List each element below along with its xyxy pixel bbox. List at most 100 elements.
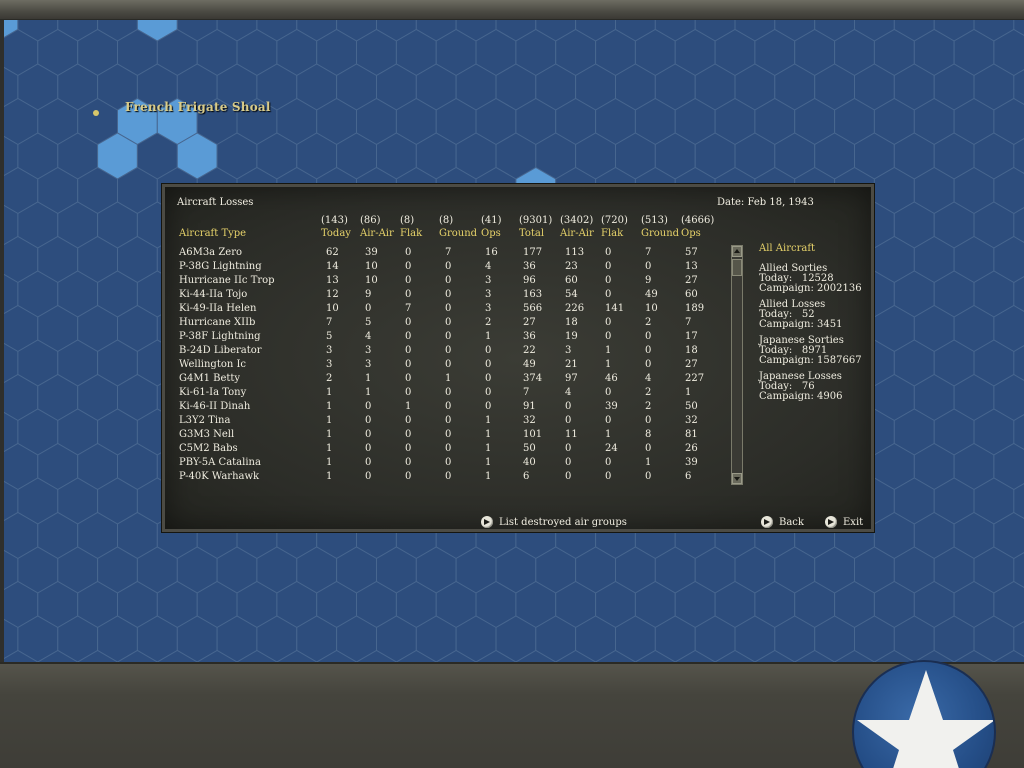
exit-button[interactable]: Exit: [825, 515, 863, 529]
cell-airair: 0: [365, 457, 372, 468]
cell-total: 96: [523, 275, 536, 286]
cell-total: 6: [523, 471, 530, 482]
table-row[interactable]: C5M2 Babs 1 0 0 0 1 50 0 24 0 26: [165, 443, 745, 457]
column-total-today: (143): [321, 215, 348, 226]
scroll-thumb[interactable]: [732, 259, 742, 276]
cell-c_flak: 0: [605, 275, 612, 286]
table-row[interactable]: G3M3 Nell 1 0 0 0 1 101 11 1 8 81: [165, 429, 745, 443]
cell-c_airair: 18: [565, 317, 578, 328]
cell-c_airair: 0: [565, 415, 572, 426]
allied-sorties-block: Allied Sorties Today: 12528 Campaign: 20…: [759, 264, 874, 294]
column-header-today[interactable]: Today: [321, 228, 351, 239]
cell-c_ops: 7: [685, 317, 692, 328]
table-scrollbar[interactable]: [731, 245, 743, 485]
all-aircraft-heading[interactable]: All Aircraft: [759, 243, 874, 254]
cell-today: 7: [326, 317, 333, 328]
cell-c_ground: 0: [645, 359, 652, 370]
cell-c_airair: 0: [565, 401, 572, 412]
allied-sorties-campaign: Campaign: 2002136: [759, 283, 862, 294]
cell-ground: 0: [445, 303, 452, 314]
aircraft-name: P-40K Warhawk: [179, 471, 260, 482]
table-row[interactable]: B-24D Liberator 3 3 0 0 0 22 3 1 0 18: [165, 345, 745, 359]
back-label: Back: [779, 516, 804, 528]
cell-today: 2: [326, 373, 333, 384]
cell-ops: 1: [485, 429, 492, 440]
cell-today: 62: [326, 247, 339, 258]
cell-ops: 3: [485, 275, 492, 286]
column-header-c_airair[interactable]: Air-Air: [560, 228, 594, 239]
cell-c_flak: 1: [605, 345, 612, 356]
arrow-right-icon: [825, 516, 837, 528]
cell-airair: 3: [365, 345, 372, 356]
cell-ground: 1: [445, 373, 452, 384]
table-row[interactable]: Ki-49-IIa Helen 10 0 7 0 3 566 226 141 10 189: [165, 303, 745, 317]
cell-flak: 0: [405, 247, 412, 258]
cell-today: 1: [326, 429, 333, 440]
table-row[interactable]: Wellington Ic 3 3 0 0 0 49 21 1 0 27: [165, 359, 745, 373]
cell-ground: 0: [445, 443, 452, 454]
arrow-right-icon: [761, 516, 773, 528]
table-row[interactable]: L3Y2 Tina 1 0 0 0 1 32 0 0 0 32: [165, 415, 745, 429]
table-row[interactable]: A6M3a Zero 62 39 0 7 16 177 113 0 7 57: [165, 247, 745, 261]
table-row[interactable]: P-38F Lightning 5 4 0 0 1 36 19 0 0 17: [165, 331, 745, 345]
table-row[interactable]: Hurricane XIIb 7 5 0 0 2 27 18 0 2 7: [165, 317, 745, 331]
cell-total: 101: [523, 429, 543, 440]
base-marker-icon[interactable]: [93, 110, 99, 116]
cell-flak: 0: [405, 443, 412, 454]
cell-c_ops: 17: [685, 331, 698, 342]
cell-c_ops: 227: [685, 373, 705, 384]
table-row[interactable]: G4M1 Betty 2 1 0 1 0 374 97 46 4 227: [165, 373, 745, 387]
cell-ground: 0: [445, 289, 452, 300]
dialog-date: Date: Feb 18, 1943: [717, 197, 814, 208]
column-header-name[interactable]: Aircraft Type: [179, 228, 246, 239]
list-destroyed-air-groups-button[interactable]: List destroyed air groups: [481, 515, 627, 529]
aircraft-name: C5M2 Babs: [179, 443, 238, 454]
column-header-c_flak[interactable]: Flak: [601, 228, 623, 239]
cell-c_flak: 141: [605, 303, 625, 314]
cell-airair: 0: [365, 415, 372, 426]
table-row[interactable]: Ki-61-Ia Tony 1 1 0 0 0 7 4 0 2 1: [165, 387, 745, 401]
scroll-up-button[interactable]: [732, 246, 742, 257]
cell-ground: 0: [445, 429, 452, 440]
cell-c_ground: 0: [645, 331, 652, 342]
cell-ground: 0: [445, 359, 452, 370]
column-header-ops[interactable]: Ops: [481, 228, 501, 239]
table-row[interactable]: P-38G Lightning 14 10 0 0 4 36 23 0 0 13: [165, 261, 745, 275]
aircraft-name: P-38G Lightning: [179, 261, 262, 272]
table-row[interactable]: Ki-44-IIa Tojo 12 9 0 0 3 163 54 0 49 60: [165, 289, 745, 303]
table-row[interactable]: Hurricane IIc Trop 13 10 0 0 3 96 60 0 9 27: [165, 275, 745, 289]
cell-flak: 0: [405, 373, 412, 384]
cell-ground: 0: [445, 415, 452, 426]
table-row[interactable]: P-40K Warhawk 1 0 0 0 1 6 0 0 0 6: [165, 471, 745, 485]
cell-c_flak: 39: [605, 401, 618, 412]
column-header-total[interactable]: Total: [519, 228, 544, 239]
cell-ops: 1: [485, 471, 492, 482]
cell-airair: 10: [365, 261, 378, 272]
location-label[interactable]: French Frigate Shoal: [125, 100, 271, 114]
cell-ground: 0: [445, 261, 452, 272]
table-row[interactable]: Ki-46-II Dinah 1 0 1 0 0 91 0 39 2 50: [165, 401, 745, 415]
table-row[interactable]: PBY-5A Catalina 1 0 0 0 1 40 0 0 1 39: [165, 457, 745, 471]
cell-total: 50: [523, 443, 536, 454]
cell-c_airair: 54: [565, 289, 578, 300]
cell-airair: 0: [365, 401, 372, 412]
cell-today: 1: [326, 401, 333, 412]
cell-total: 40: [523, 457, 536, 468]
cell-c_airair: 226: [565, 303, 585, 314]
column-header-c_ground[interactable]: Ground: [641, 228, 679, 239]
cell-ops: 1: [485, 331, 492, 342]
column-header-c_ops[interactable]: Ops: [681, 228, 701, 239]
aircraft-name: PBY-5A Catalina: [179, 457, 261, 468]
column-header-flak[interactable]: Flak: [400, 228, 422, 239]
cell-c_flak: 0: [605, 331, 612, 342]
column-header-ground[interactable]: Ground: [439, 228, 477, 239]
column-header-airair[interactable]: Air-Air: [360, 228, 394, 239]
cell-c_flak: 0: [605, 247, 612, 258]
allied-losses-campaign: Campaign: 3451: [759, 319, 843, 330]
scroll-down-button[interactable]: [732, 473, 742, 484]
cell-today: 3: [326, 359, 333, 370]
cell-ground: 0: [445, 275, 452, 286]
back-button[interactable]: Back: [761, 515, 804, 529]
cell-total: 7: [523, 387, 530, 398]
cell-ops: 0: [485, 401, 492, 412]
